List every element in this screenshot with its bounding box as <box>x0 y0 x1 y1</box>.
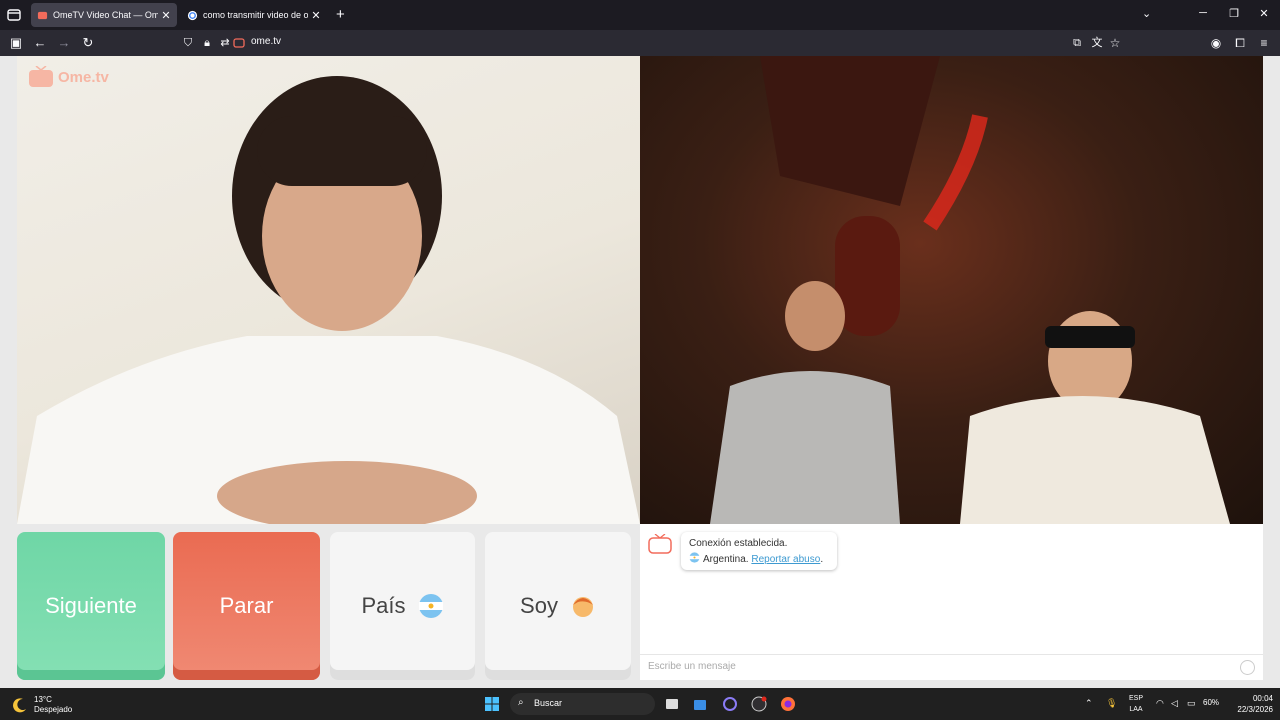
tab-search[interactable]: como transmitir video de obs a ✕ <box>181 3 327 27</box>
chevron-down-icon[interactable]: ⌄ <box>1142 7 1151 20</box>
search-icon: ⌕ <box>518 697 524 708</box>
maximize-icon[interactable]: ❐ <box>1227 7 1241 20</box>
translate-icon[interactable]: 文 <box>1089 35 1105 51</box>
tv-logo-icon <box>29 66 53 87</box>
country-label: País <box>361 593 406 618</box>
connection-status: Conexión establecida. <box>689 538 788 549</box>
window-close-icon[interactable]: ✕ <box>1257 7 1271 20</box>
next-button[interactable]: Siguiente <box>17 532 165 680</box>
firefox-icon[interactable] <box>780 696 796 712</box>
boy-icon <box>572 597 593 617</box>
taskbar-search[interactable]: ⌕ Buscar <box>510 693 655 715</box>
shield-icon[interactable]: ⛉ <box>180 35 196 51</box>
taskbar: 13°C Despejado ⌕ Buscar ⌃ 🎙︎ ESP LAA ◠ ◁… <box>0 688 1280 720</box>
moon-icon <box>13 698 26 713</box>
ometv-logo[interactable]: Ome.tv <box>28 66 109 88</box>
message-placeholder: Escribe un mensaje <box>648 661 736 672</box>
ometv-page: Ome.tv Siguiente Parar País Soy Conexión… <box>0 56 1280 688</box>
tab-list-icon[interactable] <box>6 7 22 23</box>
url-bar[interactable]: ome.tv <box>251 36 281 47</box>
temperature: 13°C <box>34 695 52 704</box>
weather-widget[interactable]: 13°C Despejado <box>12 695 72 715</box>
forward-icon[interactable]: → <box>56 35 72 51</box>
ometv-favicon-icon <box>37 11 48 19</box>
store-icon[interactable] <box>692 696 708 712</box>
emoji-icon[interactable] <box>1240 660 1255 675</box>
volume-icon[interactable]: ◁ <box>1171 698 1178 709</box>
gender-label: Soy <box>520 593 558 618</box>
system-message: Conexión establecida. Argentina. Reporta… <box>681 532 837 570</box>
gender-button[interactable]: Soy <box>485 532 631 680</box>
battery-icon[interactable]: ▭ <box>1187 698 1196 709</box>
lang-bottom: LAA <box>1129 706 1143 713</box>
lang-top: ESP <box>1128 695 1143 702</box>
message-country-line: Argentina. Reportar abuso. <box>689 552 829 568</box>
clock[interactable]: 00:04 22/3/2026 <box>1229 693 1273 715</box>
date: 22/3/2026 <box>1237 705 1273 714</box>
wifi-icon[interactable]: ◠ <box>1156 698 1164 709</box>
chat-panel: Conexión establecida. Argentina. Reporta… <box>640 524 1263 680</box>
message-input[interactable]: Escribe un mensaje <box>640 654 1263 680</box>
tab-ometv[interactable]: OmeTV Video Chat — Ome ✕ <box>31 3 177 27</box>
stop-label: Parar <box>219 593 274 618</box>
country-button[interactable]: País <box>330 532 475 680</box>
obs-icon[interactable] <box>751 696 767 712</box>
nav-bar: ▣ ← → ↻ ⛉ 🔒︎ ⇄ ome.tv ⧉ 文 ☆ ◉ ⧠ ≡ <box>0 30 1280 56</box>
tray-chevron-icon[interactable]: ⌃ <box>1085 698 1093 709</box>
tv-logo-icon <box>648 534 672 554</box>
tab-title: OmeTV Video Chat — Ome <box>53 10 158 20</box>
battery-percent: 60% <box>1203 698 1220 707</box>
my-video-frame <box>710 56 1230 524</box>
argentina-flag-icon <box>418 594 443 618</box>
minimize-icon[interactable]: ─ <box>1196 7 1210 19</box>
task-view-icon[interactable] <box>664 696 680 712</box>
camera-permission-icon[interactable] <box>233 37 245 49</box>
next-label: Siguiente <box>45 593 137 618</box>
google-favicon-icon <box>187 10 198 20</box>
period: . <box>820 554 824 565</box>
back-icon[interactable]: ← <box>32 35 48 51</box>
search-label: Buscar <box>534 698 563 708</box>
report-abuse-link[interactable]: Reportar abuso <box>751 554 820 565</box>
lock-icon[interactable]: 🔒︎ <box>199 35 215 51</box>
stranger-country: Argentina. <box>703 554 749 565</box>
tab-strip: OmeTV Video Chat — Ome ✕ como transmitir… <box>0 0 1280 30</box>
microphone-icon[interactable]: 🎙︎ <box>1106 698 1117 709</box>
extensions-icon[interactable]: ⧠ <box>1232 35 1248 51</box>
close-tab-icon[interactable]: ✕ <box>311 9 321 22</box>
my-video <box>640 56 1263 524</box>
menu-icon[interactable]: ≡ <box>1256 35 1272 51</box>
time: 00:04 <box>1252 694 1273 703</box>
stranger-video-frame <box>17 76 640 524</box>
windows-start-icon[interactable] <box>484 696 500 712</box>
stranger-video <box>17 56 640 524</box>
cortana-icon[interactable] <box>722 696 738 712</box>
bookmark-star-icon[interactable]: ☆ <box>1107 35 1123 51</box>
tab-title: como transmitir video de obs a <box>203 10 308 20</box>
logo-text: Ome.tv <box>58 68 109 86</box>
permissions-icon[interactable]: ⇄ <box>217 35 233 51</box>
language-indicator[interactable]: ESP LAA <box>1126 693 1146 715</box>
sidebar-icon[interactable]: ▣ <box>8 35 24 51</box>
account-icon[interactable]: ◉ <box>1208 35 1224 51</box>
screenshot-icon[interactable]: ⧉ <box>1069 35 1085 51</box>
reload-icon[interactable]: ↻ <box>80 35 96 51</box>
stop-button[interactable]: Parar <box>173 532 320 680</box>
new-tab-button[interactable]: + <box>336 6 345 23</box>
close-tab-icon[interactable]: ✕ <box>161 9 171 22</box>
argentina-flag-icon <box>689 552 700 563</box>
weather-condition: Despejado <box>34 705 73 714</box>
